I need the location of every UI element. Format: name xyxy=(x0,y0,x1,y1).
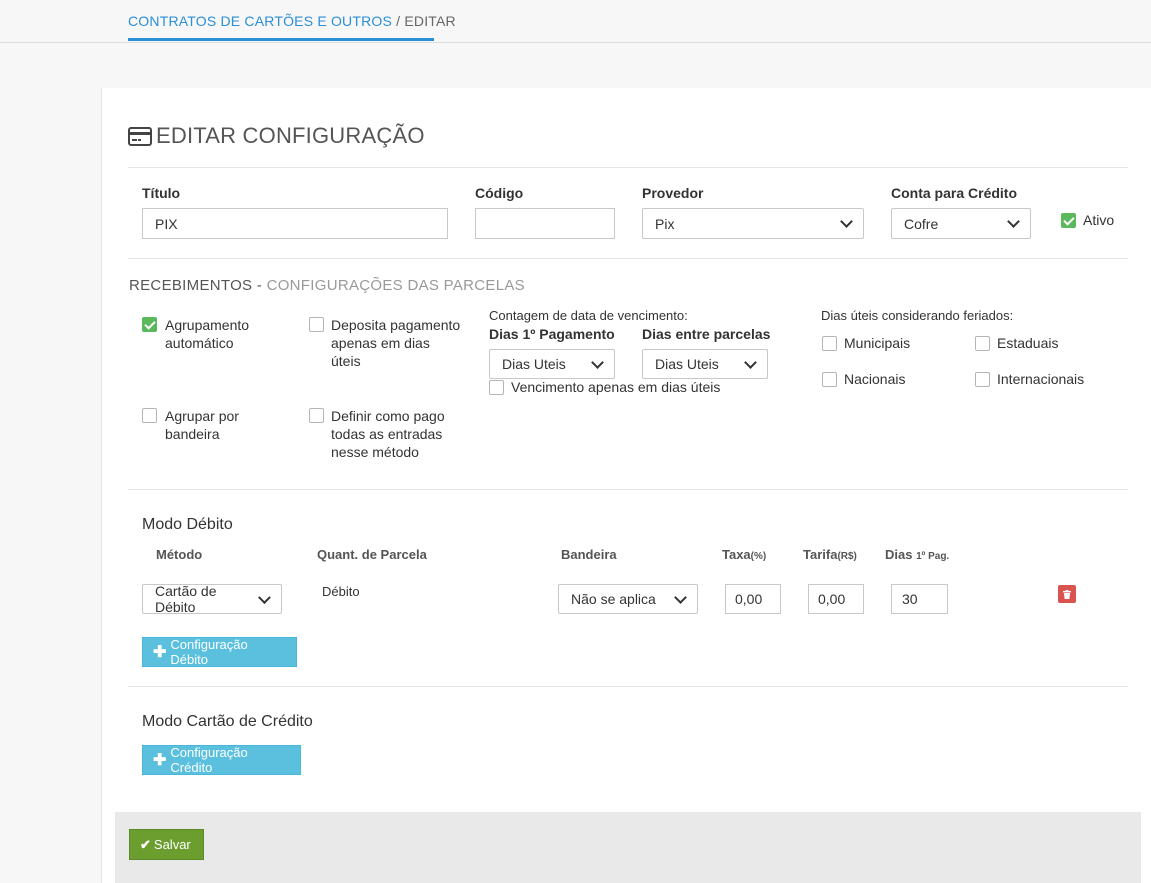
breadcrumb-current: EDITAR xyxy=(404,13,456,29)
dias-pag-input[interactable]: 30 xyxy=(891,584,948,614)
col-tarifa: Tarifa(R$) xyxy=(803,547,857,562)
metodo-selected-value: Cartão de Débito xyxy=(155,583,217,615)
tarifa-input[interactable]: 0,00 xyxy=(808,584,864,614)
agrupar-bandeira-checkbox[interactable] xyxy=(142,408,157,423)
dias-primeiro-value: Dias Uteis xyxy=(502,356,566,372)
dias-primeiro-label: Dias 1º Pagamento xyxy=(489,326,615,342)
agrupamento-checkbox[interactable] xyxy=(142,317,157,332)
feriados-label: Dias úteis considerando feriados: xyxy=(821,308,1014,323)
trash-icon xyxy=(1063,589,1071,599)
chevron-down-icon xyxy=(744,355,757,369)
vencimento-uteis-label: Vencimento apenas em dias úteis xyxy=(511,379,721,395)
definir-pago-checkbox[interactable] xyxy=(309,408,324,423)
dias-primeiro-select[interactable]: Dias Uteis xyxy=(489,349,615,379)
save-button-label: Salvar xyxy=(153,837,191,852)
breadcrumb-parent-link[interactable]: CONTRATOS DE CARTÕES E OUTROS xyxy=(128,13,392,29)
deposita-checkbox[interactable] xyxy=(309,317,324,332)
breadcrumb-active-underline xyxy=(128,38,434,41)
plus-icon: ✚ xyxy=(153,644,167,661)
provedor-select[interactable]: Pix xyxy=(642,208,864,239)
estaduais-label: Estaduais xyxy=(997,335,1059,351)
col-taxa-unit: (%) xyxy=(750,551,767,562)
credit-card-icon xyxy=(128,126,152,152)
divider xyxy=(128,686,1128,687)
codigo-label: Código xyxy=(475,185,524,201)
add-credito-config-button[interactable]: ✚ Configuração Crédito xyxy=(142,745,301,775)
ativo-checkbox[interactable] xyxy=(1061,213,1076,228)
agrupamento-label: Agrupamento automático xyxy=(165,317,250,351)
col-tarifa-text: Tarifa xyxy=(803,547,838,562)
col-dias: Dias 1º Pag. xyxy=(885,547,949,562)
municipais-checkbox[interactable] xyxy=(822,336,837,351)
bandeira-selected-value: Não se aplica xyxy=(571,591,656,607)
dias-entre-select[interactable]: Dias Uteis xyxy=(642,349,768,379)
divider xyxy=(128,489,1128,490)
breadcrumb: CONTRATOS DE CARTÕES E OUTROS / EDITAR xyxy=(128,13,456,29)
chevron-down-icon xyxy=(258,590,271,604)
contagem-label: Contagem de data de vencimento: xyxy=(489,308,688,323)
codigo-input[interactable] xyxy=(475,208,615,239)
page-title: EDITAR CONFIGURAÇÃO xyxy=(128,123,425,152)
internacionais-label: Internacionais xyxy=(997,371,1085,387)
col-dias-text: Dias xyxy=(885,547,913,562)
dias-entre-value: Dias Uteis xyxy=(655,356,719,372)
metodo-select[interactable]: Cartão de Débito xyxy=(142,583,282,615)
titulo-input[interactable]: PIX xyxy=(142,208,448,239)
credito-title: Modo Cartão de Crédito xyxy=(142,713,313,730)
deposita-label: Deposita pagamento apenas em dias úteis xyxy=(331,317,461,369)
debito-title: Modo Débito xyxy=(142,516,233,533)
agrupar-bandeira-label: Agrupar por bandeira xyxy=(165,408,239,442)
col-bandeira: Bandeira xyxy=(561,547,617,562)
breadcrumb-separator: / xyxy=(392,13,405,29)
recebimentos-title-main: RECEBIMENTOS - xyxy=(129,277,267,294)
provedor-selected-value: Pix xyxy=(655,215,675,232)
chevron-down-icon xyxy=(840,215,853,228)
add-debito-config-button[interactable]: ✚ Configuração Débito xyxy=(142,637,297,667)
nacionais-label: Nacionais xyxy=(844,371,906,387)
col-tarifa-unit: (R$) xyxy=(837,551,857,562)
chevron-down-icon xyxy=(1007,215,1020,228)
recebimentos-title: RECEBIMENTOS - CONFIGURAÇÕES DAS PARCELA… xyxy=(129,277,525,294)
form-footer xyxy=(115,812,1141,883)
chevron-down-icon xyxy=(591,355,604,369)
col-quant-parcela: Quant. de Parcela xyxy=(317,547,427,562)
estaduais-checkbox[interactable] xyxy=(975,336,990,351)
bandeira-select[interactable]: Não se aplica xyxy=(558,584,698,614)
divider xyxy=(128,258,1128,259)
definir-pago-label: Definir como pago todas as entradas ness… xyxy=(331,408,445,460)
internacionais-checkbox[interactable] xyxy=(975,372,990,387)
vencimento-uteis-checkbox[interactable] xyxy=(489,380,504,395)
col-dias-unit: 1º Pag. xyxy=(916,551,950,562)
conta-selected-value: Cofre xyxy=(904,215,939,232)
ativo-label: Ativo xyxy=(1083,212,1115,228)
col-taxa: Taxa(%) xyxy=(722,547,766,562)
conta-label: Conta para Crédito xyxy=(891,185,1018,201)
taxa-input[interactable]: 0,00 xyxy=(725,584,781,614)
chevron-down-icon xyxy=(674,590,687,604)
col-taxa-text: Taxa xyxy=(722,547,751,562)
check-icon: ✔ xyxy=(140,836,151,852)
add-debito-config-label: Configuração Débito xyxy=(170,637,248,667)
delete-row-button[interactable] xyxy=(1058,585,1076,603)
municipais-label: Municipais xyxy=(844,335,911,351)
conta-select[interactable]: Cofre xyxy=(891,208,1031,239)
quant-parcela-value: Débito xyxy=(322,584,360,599)
nacionais-checkbox[interactable] xyxy=(822,372,837,387)
divider xyxy=(128,167,1128,168)
page-title-text: EDITAR CONFIGURAÇÃO xyxy=(156,123,425,148)
save-button[interactable]: ✔ Salvar xyxy=(129,829,204,860)
recebimentos-subtitle: CONFIGURAÇÕES DAS PARCELAS xyxy=(266,277,525,294)
provedor-label: Provedor xyxy=(642,185,704,201)
add-credito-config-label: Configuração Crédito xyxy=(170,745,248,775)
plus-icon: ✚ xyxy=(153,752,167,769)
dias-entre-label: Dias entre parcelas xyxy=(642,326,771,342)
col-metodo: Método xyxy=(156,547,203,562)
titulo-label: Título xyxy=(142,185,181,201)
